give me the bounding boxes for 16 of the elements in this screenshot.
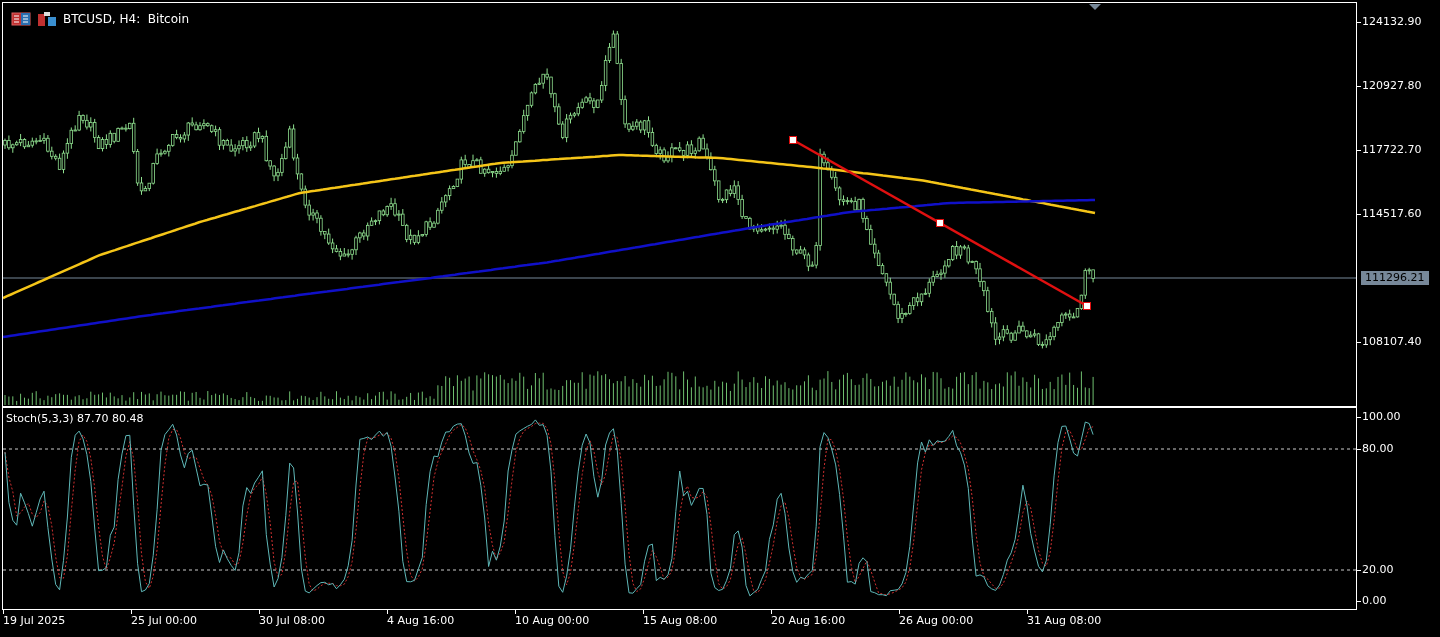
price-axis-label: 120927.80 — [1357, 79, 1422, 93]
shift-marker-icon[interactable] — [1089, 4, 1101, 10]
stochastic-axis-label: 20.00 — [1357, 563, 1394, 577]
stochastic-axis-label: 80.00 — [1357, 442, 1394, 456]
chart-window-icon[interactable] — [37, 11, 57, 27]
table-icon[interactable] — [11, 12, 31, 26]
indicator-title: Stoch(5,3,3) 87.70 80.48 — [6, 412, 144, 425]
stochastic-axis-label: 0.00 — [1357, 594, 1387, 608]
symbol-title: BTCUSD, H4: Bitcoin — [63, 12, 189, 26]
price-axis-label: 117722.70 — [1357, 143, 1422, 157]
trend-line-drawing[interactable] — [789, 136, 1091, 310]
price-axis-label: 124132.90 — [1357, 15, 1422, 29]
price-axis-label: 114517.60 — [1357, 207, 1422, 221]
current-price-label: 111296.21 — [1361, 271, 1429, 285]
stochastic-axis-label: 100.00 — [1357, 410, 1401, 424]
price-axis-label: 108107.40 — [1357, 335, 1422, 349]
